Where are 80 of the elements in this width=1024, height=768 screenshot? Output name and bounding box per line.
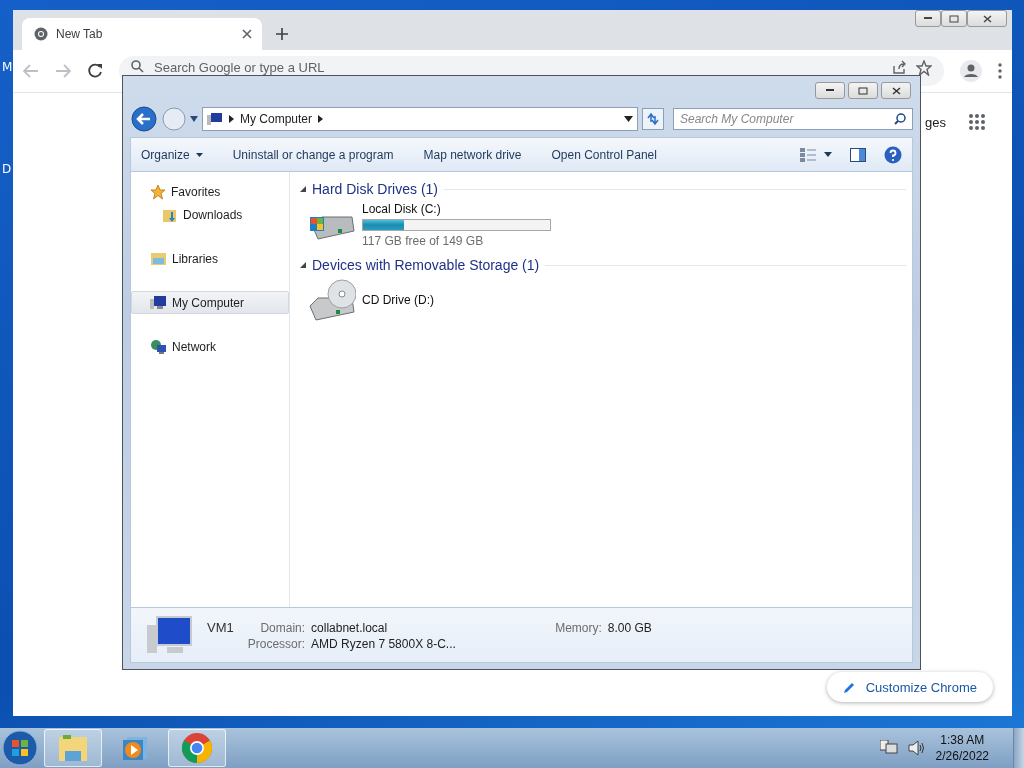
- detail-value: 8.00 GB: [607, 620, 652, 635]
- collapse-triangle-icon[interactable]: [300, 186, 306, 192]
- computer-icon: [147, 615, 193, 655]
- detail-value: AMD Ryzen 7 5800X 8-C...: [311, 636, 456, 651]
- computer-icon: [207, 112, 223, 126]
- pencil-icon: [842, 680, 856, 694]
- start-button-icon[interactable]: [0, 728, 40, 768]
- chevron-icon: [318, 115, 324, 123]
- search-icon: [894, 113, 906, 125]
- computer-icon: [150, 295, 167, 310]
- drive-name[interactable]: Local Disk (C:): [362, 202, 551, 216]
- computer-name: VM1: [207, 619, 234, 635]
- search-icon: [131, 60, 144, 73]
- desktop-icon-label[interactable]: D: [2, 162, 12, 176]
- new-tab-icon[interactable]: [276, 28, 288, 40]
- minimize-button[interactable]: [915, 10, 941, 27]
- refresh-icon: [646, 112, 660, 126]
- breadcrumb[interactable]: My Computer: [240, 112, 313, 126]
- menu-button[interactable]: Organize: [141, 147, 203, 162]
- free-space-text: 117 GB free of 149 GB: [362, 234, 485, 248]
- close-icon[interactable]: [242, 29, 252, 39]
- customize-chrome-button[interactable]: Customize Chrome: [826, 672, 993, 702]
- nav-item[interactable]: My Computer: [131, 291, 289, 314]
- detail-label: Processor:: [247, 636, 306, 651]
- nav-item[interactable]: Libraries: [131, 247, 289, 270]
- back-button-icon[interactable]: [130, 106, 158, 132]
- minimize-icon: [826, 89, 834, 92]
- refresh-button[interactable]: [642, 108, 664, 130]
- drive-name[interactable]: CD Drive (D:): [362, 293, 434, 307]
- view-options-icon[interactable]: [800, 147, 816, 162]
- command-button[interactable]: Open Control Panel: [551, 147, 657, 162]
- star-icon[interactable]: [916, 60, 932, 76]
- clock[interactable]: 1:38 AM 2/26/2022: [935, 732, 989, 764]
- nav-item[interactable]: Network: [131, 335, 289, 358]
- detail-label: Memory:: [555, 620, 602, 635]
- nav-item[interactable]: Downloads: [131, 203, 289, 226]
- close-icon: [982, 14, 992, 23]
- media-player-icon[interactable]: [121, 734, 149, 762]
- network-icon: [150, 338, 167, 355]
- caret-icon: [195, 152, 203, 157]
- preview-pane-icon[interactable]: [850, 147, 866, 162]
- taskbar-button[interactable]: [168, 729, 226, 767]
- detail-value: collabnet.local: [311, 620, 389, 635]
- chrome-icon[interactable]: [181, 732, 213, 764]
- group-header[interactable]: Hard Disk Drives (1): [312, 181, 438, 197]
- browser-tab[interactable]: New Tab: [22, 18, 262, 50]
- speaker-icon[interactable]: [907, 740, 926, 756]
- close-icon: [891, 86, 901, 95]
- command-button[interactable]: Map network drive: [423, 147, 522, 162]
- dropdown-caret-icon[interactable]: [190, 116, 198, 122]
- minimize-icon: [924, 17, 932, 20]
- close-button[interactable]: [881, 82, 911, 99]
- minimize-button[interactable]: [815, 82, 845, 99]
- caret-icon[interactable]: [824, 152, 832, 157]
- profile-icon[interactable]: [960, 60, 982, 82]
- group-header[interactable]: Devices with Removable Storage (1): [312, 257, 540, 273]
- close-button[interactable]: [967, 10, 1007, 27]
- help-icon[interactable]: [884, 145, 902, 164]
- network-icon[interactable]: [879, 740, 898, 756]
- address-field[interactable]: My Computer: [202, 107, 638, 131]
- reload-icon[interactable]: [87, 63, 103, 79]
- nav-item[interactable]: Favorites: [131, 180, 289, 203]
- tab-title: New Tab: [56, 27, 104, 41]
- collapse-triangle-icon[interactable]: [300, 262, 306, 268]
- star-icon: [150, 183, 166, 200]
- cd-drive-icon: [308, 278, 356, 322]
- restore-icon: [949, 14, 959, 23]
- command-button[interactable]: Uninstall or change a program: [232, 147, 394, 162]
- images-link[interactable]: ges: [925, 114, 946, 130]
- menu-icon[interactable]: [998, 63, 1002, 79]
- search-field[interactable]: Search My Computer: [673, 108, 913, 130]
- library-folder-icon: [150, 251, 167, 266]
- apps-grid-icon[interactable]: [968, 113, 986, 131]
- desktop-icon-label[interactable]: M: [2, 60, 13, 74]
- chrome-logo-icon: [34, 27, 48, 41]
- dropdown-caret-icon[interactable]: [624, 116, 633, 122]
- detail-label: Domain:: [259, 620, 306, 635]
- chevron-icon: [229, 115, 234, 123]
- maximize-icon: [858, 86, 868, 95]
- share-icon[interactable]: [892, 60, 906, 74]
